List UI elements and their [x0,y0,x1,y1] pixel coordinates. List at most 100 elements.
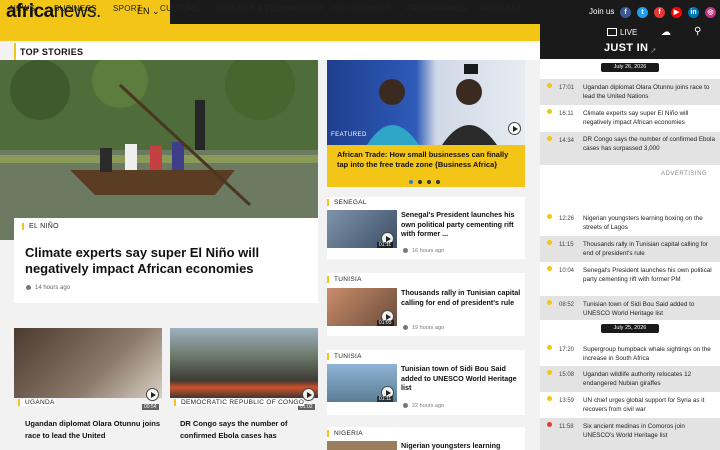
main-nav [0,24,540,41]
bullet-icon [547,83,552,88]
side-story-tag[interactable]: NIGERIA [327,430,363,437]
just-in-time: 08:52 [559,302,575,308]
side-story-tag[interactable]: TUNISIA [327,276,362,283]
bullet-icon [547,214,552,219]
bottom-story-image[interactable]: 01:02 [170,328,318,410]
facebook-icon[interactable]: f [620,7,631,18]
top-stories-title: TOP STORIES [20,47,84,57]
nav-culture[interactable]: CULTURE [160,4,199,13]
bottom-story-tag[interactable]: DEMOCRATIC REPUBLIC OF CONGO [174,399,305,406]
hero-timestamp: 14 hours ago [35,285,71,291]
clock-icon [403,325,408,330]
youtube-icon[interactable]: ▶ [671,7,682,18]
nav-programmes[interactable]: PROGRAMMES [406,4,468,13]
video-play-icon[interactable] [146,388,159,401]
just-in-text[interactable]: Thousands rally in Tunisian capital call… [583,241,715,258]
bullet-icon [547,136,552,141]
just-in-time: 16:11 [559,111,574,117]
live-button[interactable]: LIVE [620,28,637,37]
linkedin-icon[interactable]: in [688,7,699,18]
just-in-text[interactable]: DR Congo says the number of confirmed Eb… [583,136,715,153]
just-in-title: JUST IN [602,42,655,54]
just-in-time: 17:01 [559,85,575,91]
side-story-image[interactable]: 01:03 [327,288,397,326]
nav-no-comment[interactable]: NO COMMENT [332,4,391,13]
video-duration: 01:11 [377,242,394,248]
side-story-headline[interactable]: Senegal's President launches his own pol… [401,210,525,239]
just-in-text[interactable]: Nigerian youngsters learning boxing on t… [583,215,715,232]
just-in-text[interactable]: Senegal's President launches his own pol… [583,267,715,284]
flipboard-icon[interactable]: f [654,7,665,18]
side-story-headline[interactable]: Thousands rally in Tunisian capital call… [401,288,525,307]
video-duration: 01:03 [377,320,394,326]
slider-dot-2[interactable] [418,180,422,184]
nav-sport[interactable]: SPORT [113,4,142,13]
side-story-image[interactable]: 01:11 [327,364,397,402]
side-story-timestamp: 16 hours ago [412,248,445,254]
hero-photo-illustration [0,60,318,240]
just-in-time: 10:04 [559,268,575,274]
nav-science-technology[interactable]: SCIENCE & TECHNOLOGY [217,4,324,13]
just-in-time: 14:34 [559,138,575,144]
side-story-headline[interactable]: Nigerian youngsters learning [401,441,525,450]
just-in-time: 12:26 [559,216,575,222]
side-story-tag[interactable]: SENEGAL [327,199,367,206]
featured-headline[interactable]: African Trade: How small businesses can … [337,150,519,170]
clock-icon [403,403,408,408]
just-in-text[interactable]: Six ancient medinas in Comoros join UNES… [583,423,715,440]
slider-dot-3[interactable] [427,180,431,184]
slider-dot-1[interactable] [409,180,413,184]
just-in-text[interactable]: Climate experts say super El Niño will n… [583,110,715,127]
clock-icon [26,285,31,290]
just-in-time: 17:20 [559,347,575,353]
twitter-icon[interactable]: t [637,7,648,18]
date-separator: July 25, 2026 [601,324,659,333]
advertising-label: ADVERTISING [661,171,708,177]
just-in-text[interactable]: Supergroup humpback whale sightings on t… [583,346,715,363]
bullet-icon [547,396,552,401]
just-in-time: 15:08 [559,372,575,378]
join-us-label: Join us [589,7,615,16]
just-in-text[interactable]: UN chief urges global support for Syria … [583,397,715,414]
top-stories-header [14,43,540,60]
hero-headline[interactable]: Climate experts say super El Niño will n… [25,245,305,277]
just-in-text[interactable]: Tunisian town of Sidi Bou Said added to … [583,301,715,318]
nav-news[interactable]: NEWS [10,4,35,13]
side-story-image[interactable]: 01:11 [327,210,397,248]
arrow-icon: ➚ [650,46,657,55]
slider-dot-4[interactable] [436,180,440,184]
bullet-icon [547,266,552,271]
side-story-headline[interactable]: Tunisian town of Sidi Bou Said added to … [401,364,525,393]
bullet-icon [547,240,552,245]
search-icon[interactable]: ⚲ [694,26,701,37]
nav-podcast[interactable]: PODCAST [481,4,522,13]
hero-image[interactable] [0,60,318,240]
bottom-story-tag[interactable]: UGANDA [18,399,55,406]
date-separator: July 26, 2026 [601,63,659,72]
video-duration: 00:54 [142,404,159,410]
video-duration: 01:11 [377,396,394,402]
bottom-story-headline[interactable]: DR Congo says the number of confirmed Eb… [180,418,320,442]
nav-business[interactable]: BUSINESS [54,4,97,13]
weather-icon[interactable]: ☁ [661,27,671,38]
just-in-time: 13:59 [559,398,575,404]
video-play-icon[interactable] [508,122,521,135]
instagram-icon[interactable]: ◎ [705,7,716,18]
side-story-tag[interactable]: TUNISIA [327,353,362,360]
bullet-icon [547,370,552,375]
side-story-image[interactable] [327,441,397,450]
bullet-icon [547,345,552,350]
clock-icon [403,248,408,253]
chevron-down-icon: ⌄ [152,6,160,16]
side-story-timestamp: 22 hours ago [412,403,445,409]
bottom-story-image[interactable]: 00:54 [14,328,162,410]
tv-icon[interactable] [607,28,617,36]
side-story-timestamp: 19 hours ago [412,325,445,331]
just-in-text[interactable]: Ugandan wildlife authority relocates 12 … [583,371,715,388]
bullet-icon [547,300,552,305]
just-in-text[interactable]: Ugandan diplomat Olara Otunnu joins race… [583,84,715,101]
just-in-time: 11:58 [559,424,574,430]
bottom-story-headline[interactable]: Ugandan diplomat Olara Otunnu joins race… [25,418,165,442]
hero-category-tag[interactable]: EL NIÑO [22,223,59,230]
featured-label: FEATURED [331,132,367,138]
